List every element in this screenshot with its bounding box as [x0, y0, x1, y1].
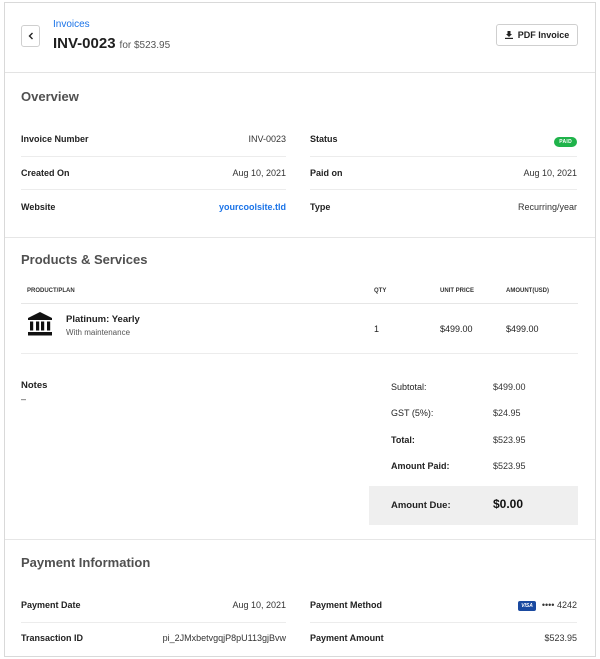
divider [21, 189, 286, 190]
total-value: $523.95 [493, 435, 526, 445]
visa-card-icon: VISA [518, 600, 536, 611]
transaction-id-value: pi_2JMxbetvgqjP8pU113gjBvw [162, 633, 286, 643]
column-header-amount: AMOUNT(USD) [506, 288, 549, 294]
card-last4: •••• 4242 [541, 600, 577, 610]
overview-title: Overview [21, 89, 79, 104]
invoice-page: Invoices INV-0023 for $523.95 PDF Invoic… [4, 2, 596, 657]
gst-value: $24.95 [493, 408, 521, 418]
column-header-unit-price: UNIT PRICE [440, 288, 475, 294]
chevron-left-icon [28, 32, 33, 40]
subtotal-label: Subtotal: [391, 382, 427, 392]
amount-paid-label: Amount Paid: [391, 461, 450, 471]
payment-amount-value: $523.95 [544, 633, 577, 643]
website-label: Website [21, 202, 56, 212]
paid-on-label: Paid on [310, 168, 343, 178]
product-name: Platinum: Yearly [66, 314, 140, 325]
product-qty: 1 [374, 324, 380, 334]
invoice-number-label: Invoice Number [21, 134, 89, 144]
divider [21, 156, 286, 157]
invoice-number-value: INV-0023 [248, 134, 286, 144]
payment-title: Payment Information [21, 555, 151, 570]
breadcrumb[interactable]: Invoices [53, 19, 90, 30]
column-header-qty: QTY [374, 288, 387, 294]
column-header-product: PRODUCT/PLAN [27, 288, 75, 294]
divider [21, 353, 578, 354]
page-header: Invoices INV-0023 for $523.95 PDF Invoic… [5, 3, 595, 73]
divider [310, 156, 577, 157]
type-label: Type [310, 202, 331, 212]
product-unit-price: $499.00 [440, 324, 473, 334]
status-label: Status [310, 134, 338, 144]
notes-label: Notes [21, 380, 48, 391]
divider [21, 622, 286, 623]
divider [310, 622, 577, 623]
bank-icon [28, 312, 52, 336]
table-header-divider [21, 303, 578, 304]
back-button[interactable] [21, 25, 40, 47]
payment-date-value: Aug 10, 2021 [232, 600, 286, 610]
pdf-invoice-label: PDF Invoice [517, 30, 570, 40]
section-divider [5, 539, 595, 540]
invoice-amount-subtitle: for $523.95 [119, 40, 171, 51]
page-title: INV-0023 for $523.95 [53, 35, 170, 52]
transaction-id-label: Transaction ID [21, 633, 84, 643]
website-link[interactable]: yourcoolsite.tld [219, 202, 286, 212]
payment-amount-label: Payment Amount [310, 633, 384, 643]
payment-date-label: Payment Date [21, 600, 81, 610]
created-on-label: Created On [21, 168, 70, 178]
product-subtitle: With maintenance [66, 328, 131, 337]
amount-paid-value: $523.95 [493, 461, 526, 471]
download-icon [504, 31, 513, 39]
status-badge: PAID [554, 137, 577, 147]
payment-method-value: VISA •••• 4242 [518, 600, 577, 611]
total-label: Total: [391, 435, 415, 445]
type-value: Recurring/year [517, 202, 577, 212]
payment-method-label: Payment Method [310, 600, 383, 610]
amount-due-value: $0.00 [493, 497, 524, 511]
invoice-number-title: INV-0023 [53, 35, 116, 52]
section-divider [5, 237, 595, 238]
notes-value: – [21, 394, 27, 404]
product-amount: $499.00 [506, 324, 539, 334]
gst-label: GST (5%): [391, 408, 434, 418]
divider [310, 189, 577, 190]
products-title: Products & Services [21, 252, 148, 267]
amount-due-label: Amount Due: [391, 500, 451, 511]
created-on-value: Aug 10, 2021 [232, 168, 286, 178]
subtotal-value: $499.00 [493, 382, 526, 392]
pdf-invoice-button[interactable]: PDF Invoice [496, 24, 578, 46]
paid-on-value: Aug 10, 2021 [523, 168, 577, 178]
